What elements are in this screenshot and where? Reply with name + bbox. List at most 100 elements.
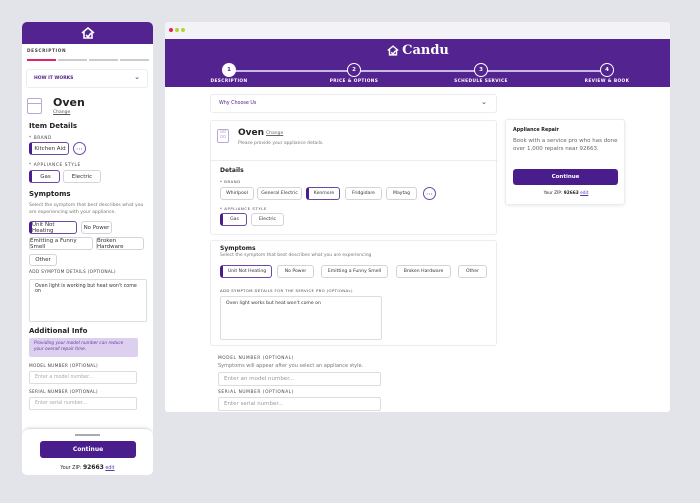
model-number-hint: Symptoms will appear after you select an…	[218, 363, 364, 369]
symptom-details-textarea[interactable]: Oven light works but heat won't come on	[220, 296, 382, 340]
zip-prefix: Your ZIP:	[60, 466, 82, 471]
serial-number-label: SERIAL NUMBER (OPTIONAL)	[29, 390, 98, 395]
style-label: * APPLIANCE STYLE	[220, 206, 267, 211]
change-link[interactable]: Change	[53, 110, 70, 115]
details-heading: Details	[220, 167, 244, 174]
zip-display: Your ZIP: 92663 edit	[22, 464, 153, 471]
change-link[interactable]: Change	[266, 131, 283, 136]
symptom-option[interactable]: Emitting a Funny Smell	[321, 265, 388, 278]
symptoms-heading: Symptoms	[220, 245, 256, 252]
appliance-title: Oven	[53, 96, 85, 109]
zip-value: 92663	[82, 464, 104, 471]
why-choose-us-accordion[interactable]: Why Choose Us ⌄	[210, 94, 497, 113]
symptoms-description: Select the symptom that best describes w…	[29, 203, 144, 215]
brand-option[interactable]: Kenmore	[306, 187, 340, 200]
symptom-details-textarea[interactable]: Oven light is working but heat won't com…	[29, 279, 147, 322]
step-3-label: SCHEDULE SERVICE	[454, 79, 508, 84]
model-number-label: MODEL NUMBER (OPTIONAL)	[218, 356, 294, 361]
symptoms-description: Select the symptom that best describes w…	[220, 253, 372, 258]
house-logo-icon	[387, 45, 399, 56]
oven-icon: oo oo	[217, 129, 229, 143]
desktop-window: Candu 1 2 3 4 DESCRIPTION PRICE & OPTION…	[165, 22, 670, 412]
brand-option[interactable]: Kitchen Aid	[29, 142, 69, 155]
symptom-option[interactable]: Unit Not Heating	[29, 221, 77, 234]
accordion-label: Why Choose Us	[219, 101, 257, 106]
progress-bar	[27, 59, 149, 61]
close-dot[interactable]	[169, 28, 173, 32]
serial-number-label: SERIAL NUMBER (OPTIONAL)	[218, 390, 295, 395]
symptom-option[interactable]: Broken Hardware	[396, 265, 451, 278]
appliance-subtitle: Please provide your appliance details.	[238, 141, 324, 146]
more-brands-button[interactable]: ⋯	[423, 187, 436, 200]
symptoms-card: Symptoms Select the symptom that best de…	[210, 240, 497, 346]
step-1[interactable]: 1	[222, 63, 236, 77]
style-option[interactable]: Electric	[251, 213, 284, 226]
model-number-label: MODEL NUMBER (OPTIONAL)	[29, 364, 99, 369]
item-details-heading: Item Details	[29, 122, 78, 130]
edit-zip-link[interactable]: edit	[105, 466, 114, 471]
bottom-sheet: Continue Your ZIP: 92663 edit	[22, 428, 153, 475]
continue-button[interactable]: Continue	[40, 441, 136, 458]
maximize-dot[interactable]	[181, 28, 185, 32]
desktop-header: Candu 1 2 3 4 DESCRIPTION PRICE & OPTION…	[165, 39, 670, 87]
symptom-option[interactable]: Emitting a Funny Smell	[29, 237, 93, 250]
appliance-title: Oven	[238, 128, 265, 138]
how-it-works-accordion[interactable]: HOW IT WORKS ⌄	[26, 69, 148, 88]
brand-option[interactable]: Whirlpool	[220, 187, 254, 200]
style-option[interactable]: Electric	[63, 170, 101, 183]
serial-number-input[interactable]: Enter serial number...	[29, 397, 137, 410]
symptom-option[interactable]: Other	[458, 265, 487, 278]
symptoms-heading: Symptoms	[29, 190, 71, 198]
additional-info-heading: Additional Info	[29, 327, 88, 335]
summary-title: Appliance Repair	[513, 128, 559, 133]
model-number-input[interactable]: Enter an model number...	[218, 372, 381, 386]
style-option[interactable]: Gas	[220, 213, 247, 226]
stepper-line	[229, 70, 609, 72]
sheet-handle[interactable]	[75, 434, 100, 436]
brand-label: * BRAND	[29, 136, 52, 141]
brand-option[interactable]: Maytag	[386, 187, 417, 200]
zip-prefix: Your ZIP:	[543, 191, 563, 196]
zip-display: Your ZIP: 92663 edit	[506, 191, 626, 196]
symptom-option[interactable]: Other	[29, 254, 57, 266]
brand-name: Candu	[402, 43, 449, 58]
symptom-option[interactable]: No Power	[81, 221, 112, 234]
continue-button[interactable]: Continue	[513, 169, 618, 185]
step-4[interactable]: 4	[600, 63, 614, 77]
mobile-header	[22, 22, 153, 44]
symptom-option[interactable]: Unit Not Heating	[220, 265, 272, 278]
step-1-label: DESCRIPTION	[210, 79, 248, 84]
mobile-preview: DESCRIPTION HOW IT WORKS ⌄ Oven Change I…	[22, 22, 153, 475]
accordion-label: HOW IT WORKS	[34, 76, 74, 81]
summary-text: Book with a service pro who has done ove…	[513, 138, 618, 152]
brand-option[interactable]: Fridgidare	[345, 187, 382, 200]
symptom-details-label: ADD SYMPTOM DETAILS (OPTIONAL)	[29, 270, 116, 275]
brand-logo: Candu	[165, 43, 670, 58]
chevron-down-icon: ⌄	[481, 98, 487, 106]
minimize-dot[interactable]	[175, 28, 179, 32]
model-number-input[interactable]: Enter a model number...	[29, 371, 137, 384]
oven-icon	[27, 98, 42, 114]
symptom-details-label: ADD SYMPTOM DETAILS FOR THE SERVICE PRO …	[220, 288, 353, 293]
symptom-option[interactable]: No Power	[277, 265, 314, 278]
symptom-option[interactable]: Broken Hardware	[96, 237, 144, 250]
model-number-note: Providing your model number can reduce y…	[29, 338, 138, 357]
divider	[211, 160, 498, 161]
step-3[interactable]: 3	[474, 63, 488, 77]
brand-label: * BRAND	[220, 179, 241, 184]
step-2[interactable]: 2	[347, 63, 361, 77]
brand-option[interactable]: General Electric	[257, 187, 302, 200]
window-titlebar	[165, 22, 670, 39]
appliance-repair-summary: Appliance Repair Book with a service pro…	[505, 119, 625, 205]
step-2-label: PRICE & OPTIONS	[329, 79, 379, 84]
appliance-card: oo oo Oven Change Please provide your app…	[210, 120, 498, 235]
step-label: DESCRIPTION	[27, 49, 67, 54]
zip-value: 92663	[563, 191, 579, 196]
style-label: * APPLIANCE STYLE	[29, 163, 81, 168]
edit-zip-link[interactable]: edit	[580, 191, 588, 196]
style-option[interactable]: Gas	[29, 170, 60, 183]
step-4-label: REVIEW & BOOK	[584, 79, 630, 84]
house-logo-icon	[80, 27, 95, 39]
more-brands-button[interactable]: ⋯	[73, 142, 86, 155]
serial-number-input[interactable]: Enter serial number...	[218, 397, 381, 411]
